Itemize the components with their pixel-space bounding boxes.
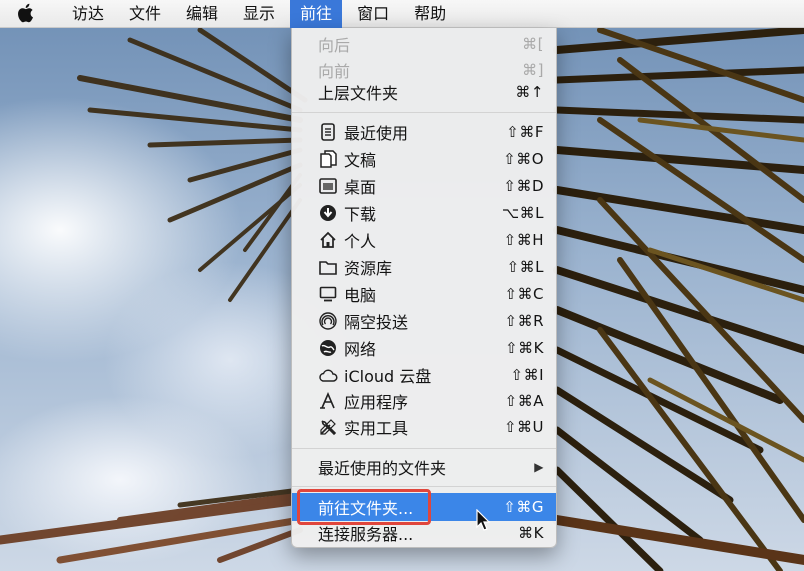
menu-item-desktop[interactable]: 桌面 ⇧⌘D xyxy=(292,173,556,199)
menu-help[interactable]: 帮助 xyxy=(404,0,456,28)
airdrop-icon xyxy=(318,311,338,331)
apple-logo-icon[interactable] xyxy=(16,3,36,25)
shortcut-label: ⇧⌘L xyxy=(506,258,544,276)
shortcut-label: ⇧⌘H xyxy=(503,231,544,249)
network-icon xyxy=(318,338,338,358)
downloads-icon xyxy=(318,203,338,223)
shortcut-label: ⇧⌘C xyxy=(504,285,544,303)
utilities-icon xyxy=(318,417,338,437)
computer-icon xyxy=(318,284,338,304)
shortcut-label: ⇧⌘I xyxy=(510,366,544,384)
menu-item-connect-to-server[interactable]: 连接服务器... ⌘K xyxy=(292,520,556,546)
shortcut-label: ⌥⌘L xyxy=(501,204,544,222)
menu-item-airdrop[interactable]: 隔空投送 ⇧⌘R xyxy=(292,308,556,334)
shortcut-label: ⌘] xyxy=(522,61,544,79)
mouse-pointer-icon xyxy=(476,509,491,531)
menu-edit[interactable]: 编辑 xyxy=(176,0,228,28)
documents-icon xyxy=(318,149,338,169)
shortcut-label: ⌘[ xyxy=(522,35,544,53)
go-menu-dropdown: 向后 ⌘[ 向前 ⌘] 上层文件夹 ⌘↑ 最近使用 ⇧⌘F 文稿 ⇧⌘O 桌面 … xyxy=(291,28,557,548)
menu-item-back[interactable]: 向后 ⌘[ xyxy=(292,31,556,57)
shortcut-label: ⇧⌘U xyxy=(503,418,544,436)
menu-item-home[interactable]: 个人 ⇧⌘H xyxy=(292,227,556,253)
menu-finder[interactable]: 访达 xyxy=(62,0,114,28)
menu-window[interactable]: 窗口 xyxy=(347,0,399,28)
menu-item-go-to-folder[interactable]: 前往文件夹... ⇧⌘G xyxy=(292,493,556,521)
shortcut-label: ⌘K xyxy=(518,524,544,542)
menu-separator xyxy=(292,112,556,113)
shortcut-label: ⇧⌘O xyxy=(503,150,544,168)
menu-item-enclosing-folder[interactable]: 上层文件夹 ⌘↑ xyxy=(292,79,556,105)
menu-view[interactable]: 显示 xyxy=(233,0,285,28)
icloud-icon xyxy=(318,365,338,385)
shortcut-label: ⇧⌘D xyxy=(503,177,544,195)
menu-item-network[interactable]: 网络 ⇧⌘K xyxy=(292,335,556,361)
menu-go[interactable]: 前往 xyxy=(290,0,343,28)
menu-separator xyxy=(292,486,556,487)
recents-icon xyxy=(318,122,338,142)
menu-item-applications[interactable]: 应用程序 ⇧⌘A xyxy=(292,388,556,414)
menu-item-icloud[interactable]: iCloud 云盘 ⇧⌘I xyxy=(292,362,556,388)
menu-item-library[interactable]: 资源库 ⇧⌘L xyxy=(292,254,556,280)
applications-icon xyxy=(318,391,338,411)
submenu-arrow-icon: ▶ xyxy=(534,460,544,474)
menu-file[interactable]: 文件 xyxy=(119,0,171,28)
menu-item-computer[interactable]: 电脑 ⇧⌘C xyxy=(292,281,556,307)
desktop-icon xyxy=(318,176,338,196)
shortcut-label: ⇧⌘R xyxy=(504,312,544,330)
menu-bar: 访达 文件 编辑 显示 前往 窗口 帮助 xyxy=(0,0,804,28)
shortcut-label: ⇧⌘F xyxy=(506,123,544,141)
home-icon xyxy=(318,230,338,250)
menu-separator xyxy=(292,448,556,449)
menu-item-utilities[interactable]: 实用工具 ⇧⌘U xyxy=(292,414,556,440)
shortcut-label: ⌘↑ xyxy=(515,83,544,101)
shortcut-label: ⇧⌘A xyxy=(504,392,544,410)
shortcut-label: ⇧⌘G xyxy=(503,498,544,516)
menu-item-recent-folders[interactable]: 最近使用的文件夹 ▶ xyxy=(292,454,556,480)
shortcut-label: ⇧⌘K xyxy=(505,339,544,357)
menu-item-downloads[interactable]: 下载 ⌥⌘L xyxy=(292,200,556,226)
menu-item-recents[interactable]: 最近使用 ⇧⌘F xyxy=(292,119,556,145)
menu-item-documents[interactable]: 文稿 ⇧⌘O xyxy=(292,146,556,172)
library-folder-icon xyxy=(318,257,338,277)
